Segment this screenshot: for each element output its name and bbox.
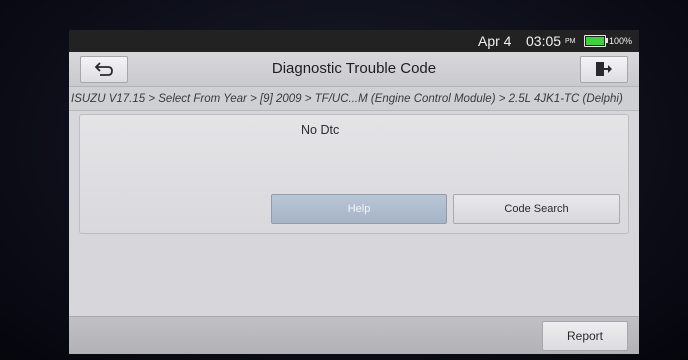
report-button[interactable]: Report xyxy=(542,321,628,351)
battery-percent: 100% xyxy=(609,36,633,46)
status-bar: Apr 4 03:05 PM 100% xyxy=(69,30,639,52)
bottom-toolbar: Report xyxy=(69,316,639,354)
breadcrumb: ISUZU V17.15 > Select From Year > [9] 20… xyxy=(69,87,639,111)
battery-level xyxy=(586,37,604,45)
battery-icon xyxy=(584,35,606,47)
code-search-button[interactable]: Code Search xyxy=(453,194,620,224)
dtc-message: No Dtc xyxy=(301,123,340,137)
status-ampm: PM xyxy=(565,38,576,45)
dtc-panel: No Dtc Help Code Search xyxy=(79,114,629,234)
exit-button[interactable] xyxy=(580,56,628,83)
status-time: 03:05 xyxy=(526,33,562,49)
battery-tip xyxy=(606,38,608,43)
device-screen: Apr 4 03:05 PM 100% Diagnostic Trouble C… xyxy=(69,30,639,354)
page-title: Diagnostic Trouble Code xyxy=(271,60,437,77)
help-button[interactable]: Help xyxy=(271,194,447,224)
title-bar: Diagnostic Trouble Code xyxy=(69,52,639,87)
status-date: Apr 4 xyxy=(478,33,512,49)
exit-door-icon xyxy=(596,62,612,76)
